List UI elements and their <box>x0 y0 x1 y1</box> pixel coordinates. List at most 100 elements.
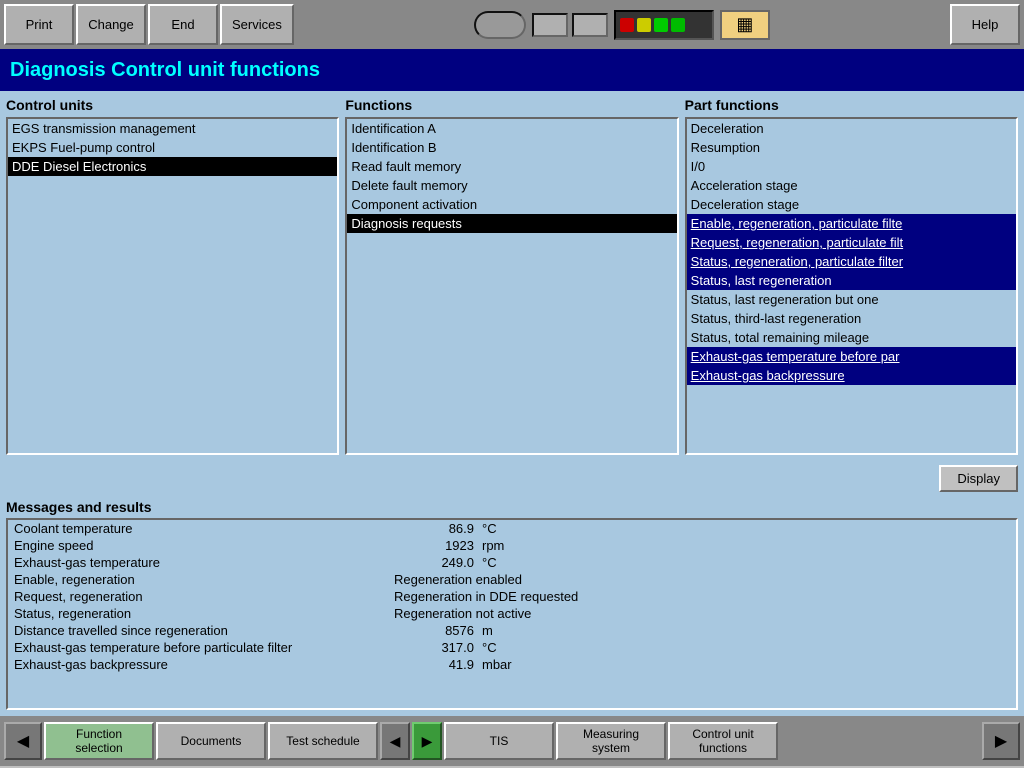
part-function-item-4[interactable]: Deceleration stage <box>687 195 1016 214</box>
part-function-item-10[interactable]: Status, third-last regeneration <box>687 309 1016 328</box>
message-row-0: Coolant temperature86.9°C <box>8 520 1016 537</box>
messages-container[interactable]: Coolant temperature86.9°CEngine speed192… <box>6 518 1018 710</box>
part-function-item-7[interactable]: Status, regeneration, particulate filter <box>687 252 1016 271</box>
plug-icon: ▦ <box>720 10 770 40</box>
msg-value-2: 249.0 <box>394 555 474 570</box>
part-function-item-8[interactable]: Status, last regeneration <box>687 271 1016 290</box>
message-row-8: Exhaust-gas backpressure41.9mbar <box>8 656 1016 673</box>
control-units-scroll[interactable]: EGS transmission managementEKPS Fuel-pum… <box>8 119 337 453</box>
display-button[interactable]: Display <box>939 465 1018 492</box>
nav-btn-1[interactable]: Documents <box>156 722 266 760</box>
message-row-7: Exhaust-gas temperature before particula… <box>8 639 1016 656</box>
part-function-item-0[interactable]: Deceleration <box>687 119 1016 138</box>
end-button[interactable]: End <box>148 4 218 45</box>
control-units-header: Control units <box>6 97 339 113</box>
msg-label-8: Exhaust-gas backpressure <box>14 657 394 672</box>
led-green-2 <box>671 18 685 32</box>
nav-btn-4[interactable]: Measuring system <box>556 722 666 760</box>
car-icon-2 <box>572 13 608 37</box>
msg-label-1: Engine speed <box>14 538 394 553</box>
functions-scroll[interactable]: Identification AIdentification BRead fau… <box>347 119 676 453</box>
function-item-1[interactable]: Identification B <box>347 138 676 157</box>
msg-label-4: Request, regeneration <box>14 589 394 604</box>
nav-right-arrow[interactable]: ▶ <box>982 722 1020 760</box>
part-function-item-2[interactable]: I/0 <box>687 157 1016 176</box>
msg-label-2: Exhaust-gas temperature <box>14 555 394 570</box>
part-functions-header: Part functions <box>685 97 1018 113</box>
help-button[interactable]: Help <box>950 4 1020 45</box>
services-button[interactable]: Services <box>220 4 294 45</box>
function-item-4[interactable]: Component activation <box>347 195 676 214</box>
message-row-3: Enable, regenerationRegeneration enabled <box>8 571 1016 588</box>
msg-value-0: 86.9 <box>394 521 474 536</box>
control-unit-item-0[interactable]: EGS transmission management <box>8 119 337 138</box>
msg-unit-2: °C <box>474 555 534 570</box>
page-title: Diagnosis Control unit functions <box>10 59 320 82</box>
nav-left-arrow[interactable]: ◀ <box>4 722 42 760</box>
function-item-3[interactable]: Delete fault memory <box>347 176 676 195</box>
part-function-item-6[interactable]: Request, regeneration, particulate filt <box>687 233 1016 252</box>
part-function-item-5[interactable]: Enable, regeneration, particulate filte <box>687 214 1016 233</box>
part-function-item-1[interactable]: Resumption <box>687 138 1016 157</box>
message-row-1: Engine speed1923rpm <box>8 537 1016 554</box>
nav-inner-right-arrow[interactable]: ▶ <box>412 722 442 760</box>
main-content: Control units EGS transmission managemen… <box>0 91 1024 461</box>
msg-unit-8: mbar <box>474 657 534 672</box>
print-button[interactable]: Print <box>4 4 74 45</box>
nav-btn-2[interactable]: Test schedule <box>268 722 378 760</box>
part-function-item-13[interactable]: Exhaust-gas backpressure <box>687 366 1016 385</box>
message-row-2: Exhaust-gas temperature249.0°C <box>8 554 1016 571</box>
messages-section: Messages and results Coolant temperature… <box>0 496 1024 716</box>
toolbar: Print Change End Services ▦ Help <box>0 0 1024 49</box>
msg-unit-1: rpm <box>474 538 534 553</box>
message-row-5: Status, regenerationRegeneration not act… <box>8 605 1016 622</box>
functions-panel: Functions Identification AIdentification… <box>345 97 678 455</box>
msg-label-7: Exhaust-gas temperature before particula… <box>14 640 394 655</box>
control-units-panel: Control units EGS transmission managemen… <box>6 97 339 455</box>
part-function-item-11[interactable]: Status, total remaining mileage <box>687 328 1016 347</box>
led-green-1 <box>654 18 668 32</box>
nav-btn-0[interactable]: Function selection <box>44 722 154 760</box>
msg-text-5: Regeneration not active <box>394 606 1010 621</box>
msg-label-5: Status, regeneration <box>14 606 394 621</box>
msg-label-6: Distance travelled since regeneration <box>14 623 394 638</box>
title-bar: Diagnosis Control unit functions <box>0 49 1024 91</box>
part-function-item-12[interactable]: Exhaust-gas temperature before par <box>687 347 1016 366</box>
change-button[interactable]: Change <box>76 4 146 45</box>
msg-unit-6: m <box>474 623 534 638</box>
car-icon-1 <box>532 13 568 37</box>
nav-btn-3[interactable]: TIS <box>444 722 554 760</box>
nav-inner-left-arrow[interactable]: ◀ <box>380 722 410 760</box>
msg-value-6: 8576 <box>394 623 474 638</box>
messages-title: Messages and results <box>6 496 1018 518</box>
bottom-nav: ◀ Function selectionDocumentsTest schedu… <box>0 716 1024 766</box>
control-units-list-container: EGS transmission managementEKPS Fuel-pum… <box>6 117 339 455</box>
led-panel <box>614 10 714 40</box>
nav-buttons: Function selectionDocumentsTest schedule… <box>44 722 980 760</box>
function-item-5[interactable]: Diagnosis requests <box>347 214 676 233</box>
display-area: Display <box>0 461 1024 496</box>
msg-label-3: Enable, regeneration <box>14 572 394 587</box>
nav-btn-5[interactable]: Control unit functions <box>668 722 778 760</box>
msg-value-8: 41.9 <box>394 657 474 672</box>
control-unit-item-2[interactable]: DDE Diesel Electronics <box>8 157 337 176</box>
msg-value-1: 1923 <box>394 538 474 553</box>
car-icons <box>532 13 608 37</box>
functions-header: Functions <box>345 97 678 113</box>
control-unit-item-1[interactable]: EKPS Fuel-pump control <box>8 138 337 157</box>
part-function-item-3[interactable]: Acceleration stage <box>687 176 1016 195</box>
function-item-0[interactable]: Identification A <box>347 119 676 138</box>
functions-list-container: Identification AIdentification BRead fau… <box>345 117 678 455</box>
msg-text-4: Regeneration in DDE requested <box>394 589 1010 604</box>
part-functions-scroll[interactable]: DecelerationResumptionI/0Acceleration st… <box>687 119 1016 453</box>
msg-unit-7: °C <box>474 640 534 655</box>
message-row-4: Request, regenerationRegeneration in DDE… <box>8 588 1016 605</box>
part-functions-panel: Part functions DecelerationResumptionI/0… <box>685 97 1018 455</box>
part-functions-list-container: DecelerationResumptionI/0Acceleration st… <box>685 117 1018 455</box>
led-red <box>620 18 634 32</box>
part-function-item-9[interactable]: Status, last regeneration but one <box>687 290 1016 309</box>
msg-label-0: Coolant temperature <box>14 521 394 536</box>
function-item-2[interactable]: Read fault memory <box>347 157 676 176</box>
msg-text-3: Regeneration enabled <box>394 572 1010 587</box>
connector-icon <box>474 11 526 39</box>
